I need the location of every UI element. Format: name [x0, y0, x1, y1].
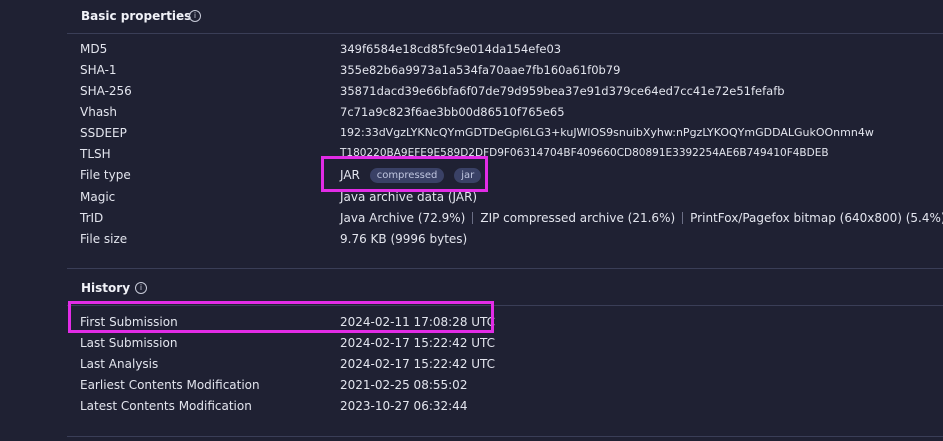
property-row-tlsh: TLSH T180220BA9EFE9E589D2DFD9F06314704BF… [80, 144, 940, 165]
property-label: SSDEEP [80, 126, 127, 140]
property-value: Java archive data (JAR) [340, 190, 478, 204]
history-value: 2024-02-17 15:22:42 UTC [340, 357, 496, 371]
property-label: Vhash [80, 105, 118, 119]
property-value: Java Archive (72.9%) ZIP compressed archi… [340, 211, 943, 225]
property-value: 349f6584e18cd85fc9e014da154efe03 [340, 42, 562, 56]
property-row-vhash: Vhash 7c71a9c823f6ae3bb00d86510f765e65 [80, 102, 940, 123]
history-value: 2023-10-27 06:32:44 [340, 399, 468, 413]
history-row-earliest-modification: Earliest Contents Modification 2021-02-2… [80, 375, 940, 396]
history-title: History [81, 281, 131, 295]
property-label: TrID [80, 211, 104, 225]
property-label: File size [80, 232, 128, 246]
property-label: MD5 [80, 42, 108, 56]
property-row-magic: Magic Java archive data (JAR) [80, 187, 940, 208]
basic-properties-header: Basic properties i [67, 0, 943, 34]
highlight-box-first-submission [68, 301, 494, 333]
history-value: 2021-02-25 08:55:02 [340, 378, 468, 392]
property-row-md5: MD5 349f6584e18cd85fc9e014da154efe03 [80, 39, 940, 60]
separator [472, 212, 474, 224]
property-row-file-size: File size 9.76 KB (9996 bytes) [80, 229, 940, 250]
property-value: 35871dacd39e66bfa6f07de79d959bea37e91d37… [340, 84, 785, 98]
basic-properties-title: Basic properties [81, 9, 192, 23]
property-label: Magic [80, 190, 116, 204]
property-row-trid: TrID Java Archive (72.9%) ZIP compressed … [80, 208, 943, 229]
property-row-sha1: SHA-1 355e82b6a9973a1a534fa70aae7fb160a6… [80, 60, 940, 81]
trid-entry: Java Archive (72.9%) [340, 211, 466, 225]
history-row-last-analysis: Last Analysis 2024-02-17 15:22:42 UTC [80, 354, 940, 375]
history-label: Latest Contents Modification [80, 399, 252, 413]
history-label: Last Analysis [80, 357, 159, 371]
property-label: TLSH [80, 147, 111, 161]
history-label: Last Submission [80, 336, 178, 350]
trid-entry: ZIP compressed archive (21.6%) [480, 211, 676, 225]
property-label: SHA-256 [80, 84, 132, 98]
property-label: File type [80, 168, 131, 182]
highlight-box-file-type [321, 156, 488, 192]
property-row-sha256: SHA-256 35871dacd39e66bfa6f07de79d959bea… [80, 81, 940, 102]
section-divider [67, 436, 943, 437]
history-label: Earliest Contents Modification [80, 378, 260, 392]
property-value: 9.76 KB (9996 bytes) [340, 232, 468, 246]
property-value: 355e82b6a9973a1a534fa70aae7fb160a61f0b79 [340, 63, 621, 77]
section-divider [67, 268, 943, 269]
file-details-panel: Basic properties i MD5 349f6584e18cd85fc… [0, 0, 943, 441]
trid-entry: PrintFox/Pagefox bitmap (640x800) (5.4%) [690, 211, 943, 225]
separator [682, 212, 684, 224]
property-row-ssdeep: SSDEEP 192:33dVgzLYKNcQYmGDTDeGpl6LG3+ku… [80, 123, 940, 144]
info-icon[interactable]: i [189, 10, 201, 22]
property-value: 192:33dVgzLYKNcQYmGDTDeGpl6LG3+kuJWlOS9s… [340, 126, 874, 139]
property-label: SHA-1 [80, 63, 117, 77]
property-value: 7c71a9c823f6ae3bb00d86510f765e65 [340, 105, 565, 119]
info-icon[interactable]: i [135, 282, 147, 294]
history-value: 2024-02-17 15:22:42 UTC [340, 336, 496, 350]
property-row-file-type: File type JAR compressed jar [80, 165, 940, 186]
history-row-latest-modification: Latest Contents Modification 2023-10-27 … [80, 396, 940, 417]
history-row-last-submission: Last Submission 2024-02-17 15:22:42 UTC [80, 333, 940, 354]
